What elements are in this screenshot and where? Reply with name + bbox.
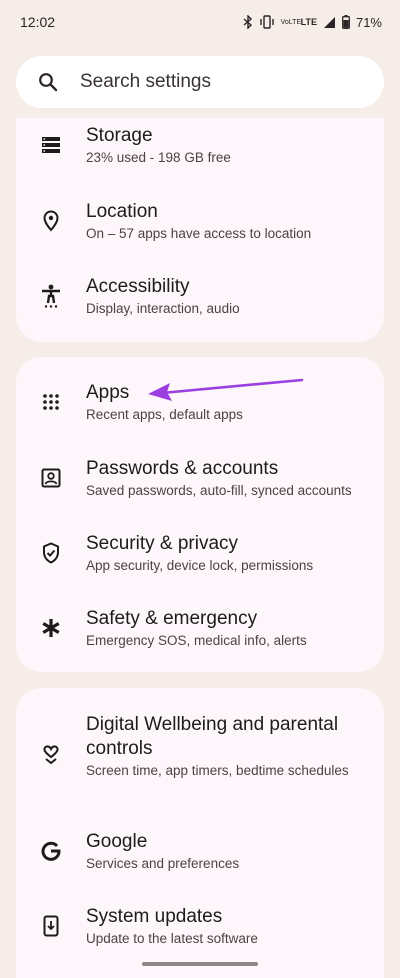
settings-item-digital-wellbeing[interactable]: Digital Wellbeing and parental controls … (16, 713, 384, 803)
search-icon (39, 73, 58, 92)
item-title: Digital Wellbeing and parental controls (86, 714, 339, 759)
item-subtitle: Recent apps, default apps (86, 407, 243, 422)
settings-item-system-updates[interactable]: System updates Update to the latest soft… (16, 905, 384, 967)
storage-icon (38, 132, 64, 158)
status-bar: 12:02 VoLTE LTE 71% (0, 0, 400, 44)
account-box-icon (38, 465, 64, 491)
annotation-arrow-icon (148, 378, 304, 401)
asterisk-icon (38, 615, 64, 641)
location-pin-icon (38, 208, 64, 234)
item-title: Google (86, 831, 148, 852)
settings-card-2: Apps Recent apps, default apps Passwords… (16, 357, 384, 672)
accessibility-icon (38, 283, 64, 309)
vibrate-icon (259, 15, 274, 29)
settings-card-3: Digital Wellbeing and parental controls … (16, 688, 384, 978)
item-title: Location (86, 201, 158, 222)
item-subtitle: 23% used - 198 GB free (86, 150, 231, 165)
gesture-nav-bar[interactable] (142, 962, 258, 966)
settings-item-security-privacy[interactable]: Security & privacy App security, device … (16, 532, 384, 594)
status-icons: VoLTE LTE 71% (243, 15, 382, 30)
volte-indicator: VoLTE (280, 18, 302, 26)
shield-check-icon (38, 540, 64, 566)
signal-icon (323, 16, 335, 28)
system-update-icon (38, 913, 64, 939)
item-subtitle: Update to the latest software (86, 931, 258, 946)
wellbeing-heart-icon (38, 741, 64, 767)
battery-percent: 71% (355, 14, 382, 30)
search-placeholder: Search settings (80, 71, 211, 92)
settings-item-accessibility[interactable]: Accessibility Display, interaction, audi… (16, 275, 384, 335)
search-bar[interactable]: Search settings (16, 56, 384, 108)
item-title: Accessibility (86, 276, 190, 297)
item-title: Safety & emergency (86, 608, 258, 629)
item-subtitle: Display, interaction, audio (86, 301, 240, 316)
settings-card-1: Storage 23% used - 198 GB free Location … (16, 118, 384, 342)
item-title: Storage (86, 125, 153, 146)
lte-indicator: LTE (300, 16, 317, 27)
item-subtitle: Services and preferences (86, 856, 240, 871)
status-time: 12:02 (20, 14, 56, 30)
settings-item-location[interactable]: Location On – 57 apps have access to loc… (16, 200, 384, 260)
battery-icon (342, 15, 350, 29)
item-title: Security & privacy (86, 533, 239, 554)
settings-item-storage[interactable]: Storage 23% used - 198 GB free (16, 124, 384, 184)
item-subtitle: App security, device lock, permissions (86, 558, 314, 573)
item-title: Passwords & accounts (86, 458, 279, 479)
settings-item-safety-emergency[interactable]: Safety & emergency Emergency SOS, medica… (16, 607, 384, 669)
bluetooth-icon (243, 15, 252, 29)
google-g-icon (38, 838, 64, 864)
settings-item-google[interactable]: Google Services and preferences (16, 830, 384, 892)
settings-item-passwords-accounts[interactable]: Passwords & accounts Saved passwords, au… (16, 457, 384, 519)
item-subtitle: Emergency SOS, medical info, alerts (86, 633, 307, 648)
item-subtitle: Screen time, app timers, bedtime schedul… (86, 763, 349, 778)
item-subtitle: Saved passwords, auto-fill, synced accou… (86, 483, 352, 498)
item-subtitle: On – 57 apps have access to location (86, 226, 312, 241)
apps-grid-icon (38, 389, 64, 415)
item-title: System updates (86, 906, 223, 927)
